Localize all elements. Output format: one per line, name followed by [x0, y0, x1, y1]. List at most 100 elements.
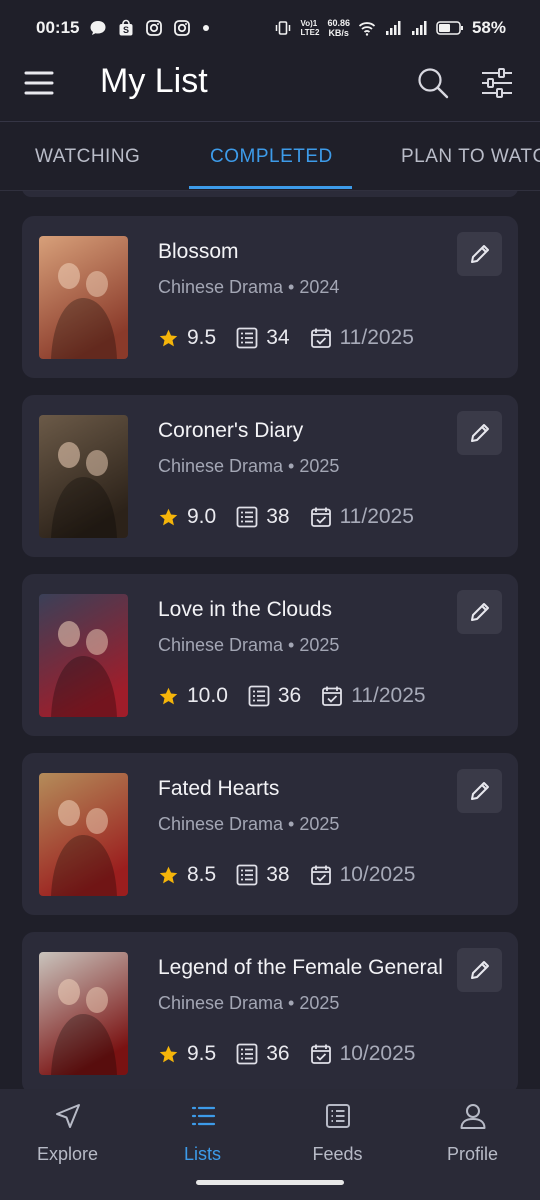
item-subtitle: Chinese Drama • 2025 — [158, 814, 340, 834]
notification-dot-icon — [203, 25, 210, 31]
poster-image — [39, 236, 128, 359]
hamburger-menu-icon[interactable] — [24, 68, 54, 98]
completed-list[interactable]: Blossom Chinese Drama • 2024 9.5 34 11/2… — [0, 191, 540, 1089]
shopping-bag-icon: S — [119, 19, 133, 36]
nav-feeds[interactable]: Feeds — [270, 1101, 405, 1165]
episodes-list-icon — [236, 506, 258, 528]
pencil-icon — [470, 424, 489, 442]
edit-button[interactable] — [457, 411, 502, 455]
rating-value: 9.5 — [187, 326, 217, 349]
completed-date: 11/2025 — [321, 684, 426, 708]
item-subtitle: Chinese Drama • 2025 — [158, 635, 340, 655]
tab-completed[interactable]: COMPLETED — [210, 146, 333, 168]
episode-count: 34 — [266, 326, 290, 349]
date-value: 11/2025 — [351, 684, 426, 707]
status-time: 00:15 — [36, 18, 80, 37]
nav-label: Explore — [36, 1144, 99, 1164]
list-item[interactable]: Coroner's Diary Chinese Drama • 2025 9.0… — [22, 395, 518, 557]
nav-explore[interactable]: Explore — [0, 1101, 135, 1165]
episodes: 36 — [248, 684, 301, 708]
nav-lists[interactable]: Lists — [135, 1101, 270, 1165]
completed-date: 11/2025 — [310, 505, 414, 529]
edit-button[interactable] — [457, 769, 502, 813]
rating: 10.0 — [158, 684, 228, 708]
rating-value: 10.0 — [187, 684, 228, 707]
pencil-icon — [470, 603, 489, 621]
rating: 8.5 — [158, 863, 216, 887]
svg-text:S: S — [123, 25, 129, 35]
home-indicator[interactable] — [196, 1180, 344, 1185]
poster-image — [39, 594, 128, 717]
star-icon — [159, 1045, 178, 1062]
poster-image — [39, 952, 128, 1075]
vibrate-icon — [276, 21, 291, 35]
nav-profile[interactable]: Profile — [405, 1101, 540, 1165]
rating: 9.5 — [158, 1042, 216, 1066]
edit-button[interactable] — [457, 232, 502, 276]
status-bar: 00:15 S Vo)1 LTE2 60.86 KB/s 58% — [0, 0, 540, 56]
rating: 9.5 — [158, 326, 216, 350]
calendar-check-icon — [310, 865, 331, 885]
tab-watching[interactable]: WATCHING — [35, 146, 140, 168]
calendar-check-icon — [310, 328, 331, 348]
network-speed: 60.86 KB/s — [327, 18, 350, 38]
item-subtitle: Chinese Drama • 2024 — [158, 277, 340, 297]
edit-button[interactable] — [457, 948, 502, 992]
episode-count: 36 — [266, 1042, 290, 1065]
poster-image — [39, 415, 128, 538]
item-title: Blossom — [158, 240, 239, 263]
star-icon — [159, 866, 178, 883]
list-item[interactable]: Legend of the Female General Chinese Dra… — [22, 932, 518, 1089]
item-meta: 10.0 36 11/2025 — [158, 682, 446, 710]
list-item[interactable]: Fated Hearts Chinese Drama • 2025 8.5 38… — [22, 753, 518, 915]
feed-icon — [325, 1104, 350, 1128]
pencil-icon — [470, 961, 489, 979]
calendar-check-icon — [322, 686, 343, 706]
completed-date: 11/2025 — [310, 326, 414, 350]
app-header: My List — [0, 56, 540, 122]
episodes: 34 — [236, 326, 290, 350]
list-icon — [191, 1106, 215, 1126]
star-icon — [159, 687, 178, 704]
item-title: Fated Hearts — [158, 777, 280, 800]
list-item[interactable]: Love in the Clouds Chinese Drama • 2025 … — [22, 574, 518, 736]
item-meta: 9.0 38 11/2025 — [158, 503, 434, 531]
tab-bar: WATCHING COMPLETED PLAN TO WATCH — [0, 122, 540, 190]
star-icon — [159, 508, 178, 525]
navigation-arrow-icon — [55, 1104, 80, 1128]
instagram-icon — [146, 20, 163, 36]
episodes: 36 — [236, 1042, 290, 1066]
item-title: Love in the Clouds — [158, 598, 332, 621]
episodes-list-icon — [248, 685, 270, 707]
star-icon — [159, 329, 178, 346]
completed-date: 10/2025 — [310, 1042, 416, 1066]
search-icon[interactable] — [416, 66, 450, 100]
completed-date: 10/2025 — [310, 863, 415, 887]
episodes: 38 — [236, 505, 290, 529]
episode-count: 38 — [266, 505, 290, 528]
tab-plan-to-watch[interactable]: PLAN TO WATCH — [401, 146, 540, 168]
calendar-check-icon — [310, 507, 331, 527]
episodes-list-icon — [236, 327, 258, 349]
chat-bubble-icon — [90, 21, 106, 35]
item-meta: 9.5 36 10/2025 — [158, 1040, 435, 1068]
pencil-icon — [470, 782, 489, 800]
episode-count: 36 — [277, 684, 302, 707]
wifi-icon — [358, 22, 376, 36]
battery-percentage: 58% — [471, 18, 506, 37]
list-item[interactable]: Blossom Chinese Drama • 2024 9.5 34 11/2… — [22, 216, 518, 378]
nav-label: Lists — [183, 1144, 221, 1164]
rating-value: 9.0 — [187, 505, 217, 528]
sliders-icon[interactable] — [480, 66, 514, 100]
user-icon — [460, 1104, 485, 1129]
edit-button[interactable] — [457, 590, 502, 634]
nav-label: Feeds — [312, 1144, 363, 1164]
instagram-icon — [174, 20, 191, 36]
date-value: 10/2025 — [339, 1042, 416, 1065]
date-value: 11/2025 — [339, 326, 414, 349]
date-value: 11/2025 — [339, 505, 414, 528]
volte-indicator: Vo)1 LTE2 — [300, 19, 320, 37]
item-title: Coroner's Diary — [158, 419, 304, 442]
nav-label: Profile — [446, 1144, 499, 1164]
signal-strength-icon — [411, 21, 427, 35]
